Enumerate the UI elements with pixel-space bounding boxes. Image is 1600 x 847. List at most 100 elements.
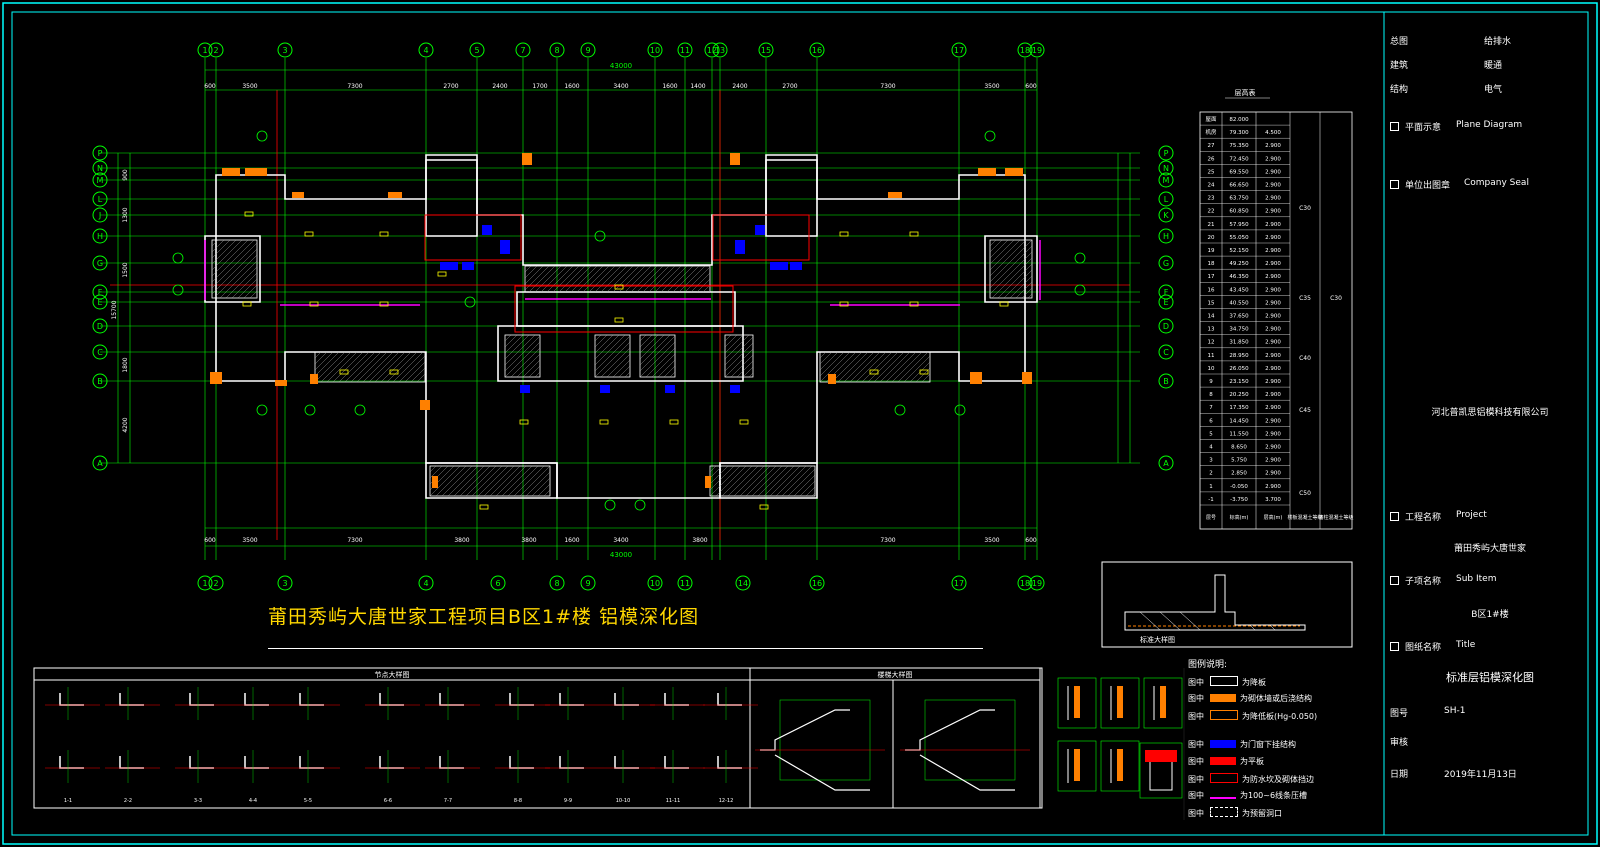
floor-table-header: 层号 — [1206, 515, 1216, 521]
axis-label: 6 — [495, 579, 500, 588]
legend-swatch — [1210, 773, 1238, 783]
hatch-line — [843, 351, 875, 383]
blue-segment — [500, 240, 510, 254]
dimension-text: 1300 — [122, 207, 129, 222]
hatch-line — [727, 465, 759, 497]
hatch-line — [751, 465, 783, 497]
plane-diagram-cn: 平面示意 — [1405, 123, 1442, 133]
dimension-text: 1600 — [564, 83, 579, 90]
node-shape — [189, 756, 214, 769]
node-shape — [119, 693, 144, 706]
tag-marker — [909, 231, 919, 237]
checkbox-icon — [1390, 576, 1399, 585]
tb-label: 总图 — [1390, 37, 1409, 47]
tb-label: 结构 — [1390, 85, 1409, 95]
checkbox-icon — [1390, 642, 1399, 651]
total-dimension: 43000 — [610, 62, 632, 70]
section-balloon — [984, 130, 996, 142]
hatch-line — [724, 348, 754, 378]
node-label: 10-10 — [616, 798, 631, 804]
axis-label: 16 — [812, 579, 822, 588]
hatch-line — [819, 351, 827, 359]
legend-item: 图中 为100~6线条压槽 — [1188, 790, 1307, 801]
axis-label: 4 — [423, 579, 428, 588]
stair-left — [425, 159, 478, 237]
legend-text: 为降板 — [1242, 678, 1266, 687]
orange-wall-segment — [978, 168, 996, 176]
company-name: 河北普凯思铝模科技有限公司 — [1431, 408, 1549, 418]
hatch-line — [524, 265, 544, 285]
slab-grade: C40 — [1299, 355, 1311, 362]
tag-marker — [304, 231, 314, 237]
title-cn: 图纸名称 — [1405, 643, 1442, 653]
dimension-text: 2700 — [782, 83, 797, 90]
hatch-line — [211, 239, 231, 259]
floor-table-cell: 2.900 — [1265, 405, 1281, 411]
hatch-line — [618, 365, 631, 378]
project-cn: 工程名称 — [1405, 513, 1442, 523]
floor-table-cell: 43.450 — [1229, 287, 1249, 293]
axis-label: 4 — [423, 46, 428, 55]
floor-height-table: 层高表屋面 82.000机房 79.300 4.50027 75.350 2.90026 7… — [1199, 88, 1354, 530]
small-detail-member — [1074, 749, 1080, 781]
hatch-line — [745, 465, 777, 497]
node-label: 5-5 — [304, 798, 312, 804]
floor-table-cell: 3 — [1209, 458, 1213, 464]
slab-grade: C35 — [1299, 295, 1311, 302]
hatch-line — [524, 265, 532, 273]
section-balloon — [894, 404, 906, 416]
hatch-line — [989, 239, 1003, 253]
axis-label: 10 — [650, 46, 660, 55]
hatch-line — [1003, 269, 1033, 299]
hatch-line — [386, 351, 418, 383]
hatched-slab — [524, 265, 711, 293]
hatch-line — [519, 465, 551, 497]
blue-segment — [755, 225, 765, 235]
dimension-text: 1600 — [564, 537, 579, 544]
tag-marker — [339, 369, 349, 375]
dimension-text: 7300 — [347, 83, 362, 90]
hatch-line — [606, 353, 631, 378]
axis-label: 9 — [585, 46, 590, 55]
drawing-frame — [2, 2, 1598, 845]
legend-text: 为降低板(Hg-0.050) — [1242, 712, 1318, 721]
floor-table-cell: 2.900 — [1265, 248, 1281, 254]
floor-table-cell: 2.900 — [1265, 274, 1281, 280]
node-shape — [717, 693, 742, 706]
row-label: J — [98, 211, 101, 220]
axis-label: 19 — [1032, 46, 1042, 55]
node-details: 1-1 2-2 3-3 4-4 5-5 6-6 7-7 8-8 9-9 10-10 11-11 12-… — [45, 687, 758, 804]
dimension-text: 600 — [1025, 537, 1037, 544]
floor-table-cell: 63.750 — [1229, 196, 1249, 202]
floor-table-cell: 4.500 — [1265, 130, 1281, 136]
legend-text: 为门窗下挂结构 — [1240, 740, 1296, 749]
floor-table-cell: 75.350 — [1229, 143, 1249, 149]
floor-table-cell: 12 — [1208, 340, 1215, 346]
legend-key: 图中 — [1188, 775, 1204, 784]
tb-value: 给排水 — [1484, 37, 1512, 47]
hatch-line — [435, 465, 467, 497]
floor-table-cell: 69.550 — [1229, 169, 1249, 175]
hatch-line — [733, 465, 765, 497]
floor-table-cell: 2.900 — [1265, 209, 1281, 215]
hatch-line — [724, 336, 754, 366]
legend-key: 图中 — [1188, 757, 1204, 766]
axis-grid — [100, 58, 1140, 560]
dimension-text: 3400 — [613, 537, 628, 544]
axis-label: 3 — [282, 579, 287, 588]
hatch-line — [736, 360, 754, 378]
hatch-line — [709, 465, 729, 485]
dimension-text: 3800 — [521, 537, 536, 544]
floor-table-cell: 6 — [1209, 418, 1213, 424]
hatch-line — [314, 351, 334, 371]
hatch-line — [489, 465, 521, 497]
red-outline — [712, 214, 810, 261]
legend-swatch — [1210, 740, 1236, 748]
floor-table-cell: 20.250 — [1229, 392, 1249, 398]
section-balloon — [1074, 252, 1086, 264]
legend-key: 图中 — [1188, 678, 1204, 687]
floor-table-cell: 8.650 — [1231, 445, 1247, 451]
floor-table-cell: 23.150 — [1229, 379, 1249, 385]
hatch-line — [600, 347, 631, 378]
hatch-line — [1021, 287, 1033, 299]
